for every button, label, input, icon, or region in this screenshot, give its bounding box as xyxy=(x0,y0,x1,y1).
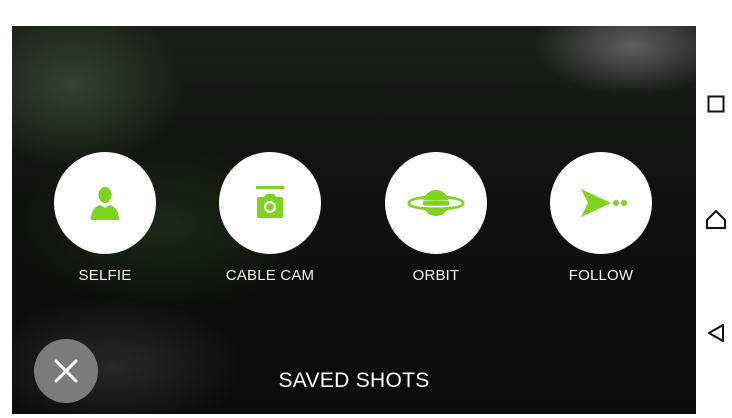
person-icon xyxy=(91,187,119,220)
recents-square-icon xyxy=(707,95,725,113)
shot-orbit-circle[interactable] xyxy=(385,152,487,254)
close-icon xyxy=(54,359,78,383)
recents-button[interactable] xyxy=(704,92,728,116)
shot-cable-cam[interactable]: CABLE CAM xyxy=(200,152,340,284)
shot-orbit[interactable]: ORBIT xyxy=(366,152,506,284)
close-button[interactable] xyxy=(34,339,98,403)
shot-follow-circle[interactable] xyxy=(550,152,652,254)
shot-selfie-circle[interactable] xyxy=(54,152,156,254)
follow-arrow-icon xyxy=(581,189,627,217)
saved-shots-button[interactable]: SAVED SHOTS xyxy=(204,369,504,393)
planet-icon xyxy=(407,190,465,216)
camera-cable-icon xyxy=(256,186,284,218)
shot-orbit-label: ORBIT xyxy=(412,267,460,284)
system-nav-bar xyxy=(696,0,732,418)
app-screen: SELFIE CABLE CAM ORBIT FOLLOW SAVED SHOT… xyxy=(0,0,732,418)
shot-cable-cam-label: CABLE CAM xyxy=(225,267,315,284)
shot-selfie-label: SELFIE xyxy=(78,267,132,284)
shot-selfie[interactable]: SELFIE xyxy=(35,152,175,284)
back-triangle-icon xyxy=(708,324,724,342)
home-button[interactable] xyxy=(704,207,728,231)
back-button[interactable] xyxy=(704,321,728,345)
home-icon xyxy=(706,210,726,229)
camera-viewport: SELFIE CABLE CAM ORBIT FOLLOW SAVED SHOT… xyxy=(12,26,696,414)
shot-follow[interactable]: FOLLOW xyxy=(531,152,671,284)
shot-cable-cam-circle[interactable] xyxy=(219,152,321,254)
shot-follow-label: FOLLOW xyxy=(568,267,634,284)
